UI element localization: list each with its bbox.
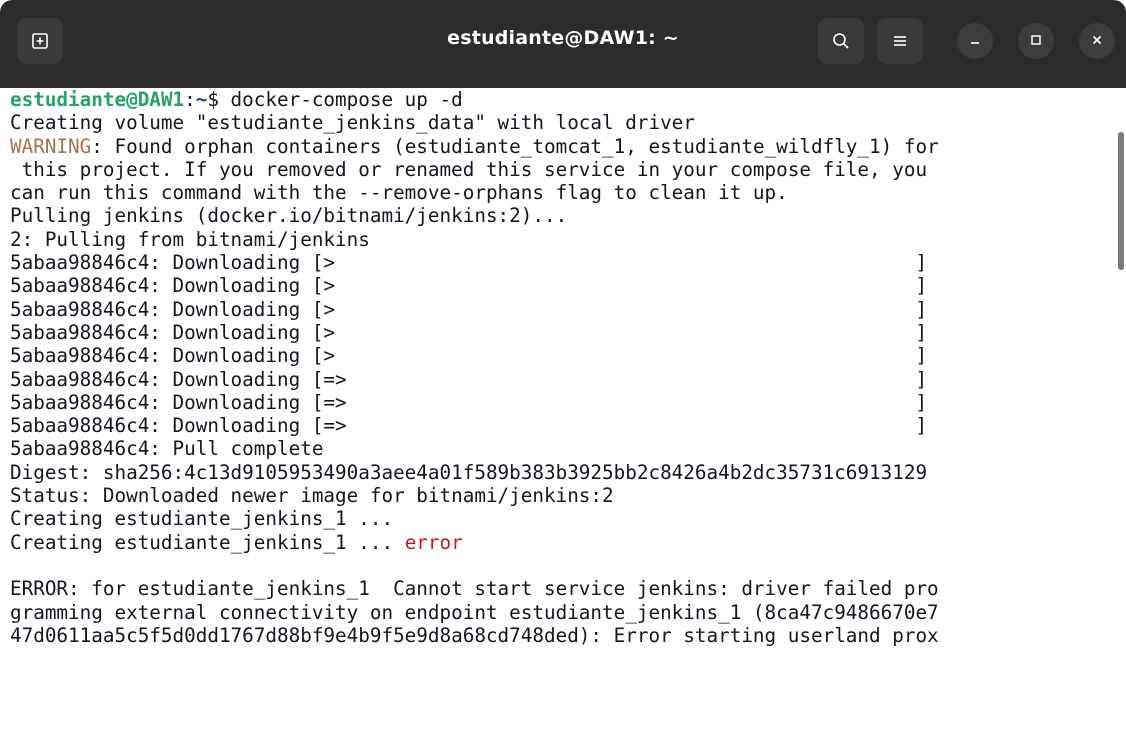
terminal-line: 2: Pulling from bitnami/jenkins: [10, 227, 370, 251]
search-icon: [831, 31, 851, 51]
warning-text: : Found orphan containers (estudiante_to…: [91, 134, 939, 158]
terminal-line-error: Creating estudiante_jenkins_1 ... error: [0, 531, 1116, 554]
terminal-line: ERROR: for estudiante_jenkins_1 Cannot s…: [10, 577, 939, 601]
prompt-symbol: $: [207, 88, 219, 111]
warning-label: WARNING: [10, 134, 92, 158]
terminal-line: gramming external connectivity on endpoi…: [10, 600, 939, 624]
terminal-line: 5abaa98846c4: Pull complete: [10, 437, 324, 461]
title-bar[interactable]: estudiante@DAW1: ~: [0, 0, 1126, 88]
download-progress-line: 5abaa98846c4: Downloading [> ]: [10, 297, 928, 321]
prompt-user: estudiante@DAW1: [10, 88, 185, 111]
error-status: error: [404, 530, 463, 554]
menu-button[interactable]: [877, 18, 923, 64]
download-progress-line: 5abaa98846c4: Downloading [=> ]: [10, 367, 928, 391]
prompt-separator: :: [184, 88, 196, 111]
minimize-icon: [968, 32, 982, 51]
terminal-line: Creating volume "estudiante_jenkins_data…: [10, 111, 695, 135]
scrollbar-thumb[interactable]: [1118, 132, 1124, 270]
download-progress-line: 5abaa98846c4: Downloading [> ]: [10, 320, 928, 344]
close-icon: [1090, 32, 1104, 51]
minimize-button[interactable]: [957, 23, 993, 59]
terminal-line: can run this command with the --remove-o…: [10, 181, 788, 205]
prompt-path: ~: [195, 88, 208, 111]
creating-text: Creating estudiante_jenkins_1 ...: [10, 530, 405, 554]
search-button[interactable]: [818, 18, 864, 64]
maximize-icon: [1029, 32, 1043, 51]
terminal-line-prompt: estudiante@DAW1:~$ docker-compose up -d: [0, 88, 1116, 111]
terminal-window: estudiante@DAW1: ~ estudiante@DAW1:~$ do…: [0, 0, 1126, 742]
prompt-command: docker-compose up -d: [218, 88, 463, 111]
download-progress-line: 5abaa98846c4: Downloading [=> ]: [10, 390, 928, 414]
terminal-line-warning: WARNING: Found orphan containers (estudi…: [0, 135, 1116, 158]
close-button[interactable]: [1079, 23, 1115, 59]
hamburger-menu-icon: [890, 31, 910, 51]
terminal-line: 47d0611aa5c5f5d0dd1767d88bf9e4b9f5e9d8a6…: [10, 623, 939, 647]
download-progress-line: 5abaa98846c4: Downloading [> ]: [10, 274, 928, 298]
terminal-line: Status: Downloaded newer image for bitna…: [10, 484, 614, 508]
terminal-output[interactable]: estudiante@DAW1:~$ docker-compose up -d …: [0, 88, 1116, 742]
download-progress-line: 5abaa98846c4: Downloading [> ]: [10, 344, 928, 368]
terminal-line: Creating estudiante_jenkins_1 ...: [10, 507, 394, 531]
maximize-button[interactable]: [1018, 23, 1054, 59]
terminal-line: Pulling jenkins (docker.io/bitnami/jenki…: [10, 204, 568, 228]
terminal-line: this project. If you removed or renamed …: [10, 157, 928, 181]
terminal-line: Digest: sha256:4c13d9105953490a3aee4a01f…: [10, 460, 928, 484]
download-progress-line: 5abaa98846c4: Downloading [> ]: [10, 251, 928, 275]
download-progress-line: 5abaa98846c4: Downloading [=> ]: [10, 414, 928, 438]
